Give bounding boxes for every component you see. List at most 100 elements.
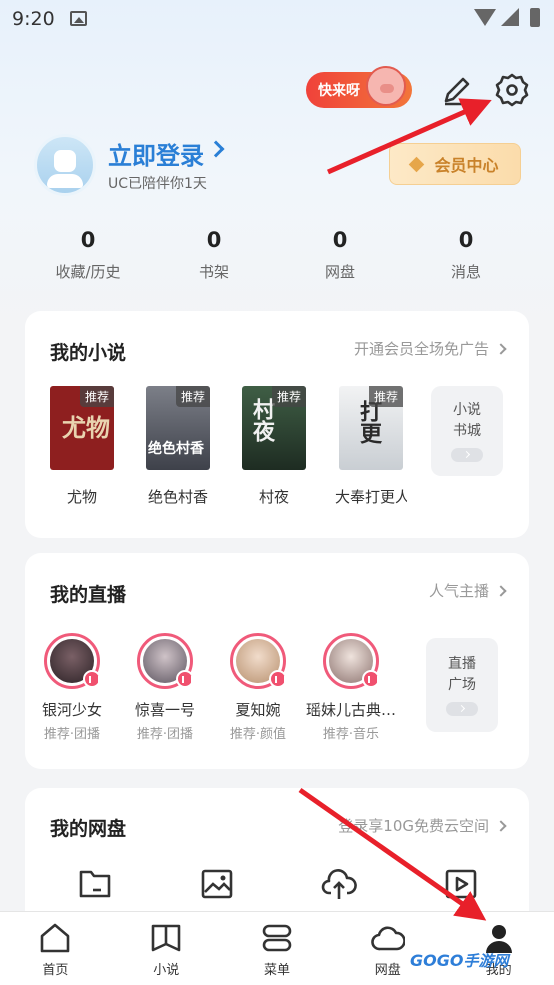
- vip-center-label: 会员中心: [434, 156, 499, 175]
- book-cover: 尤物 推荐: [50, 386, 114, 470]
- cloud-login-link[interactable]: 登录享10G免费云空间: [338, 815, 507, 836]
- streamer-name: 银河少女: [41, 701, 102, 719]
- my-novels-card: 我的小说 开通会员全场免广告 尤物 推荐 尤物 绝色村香 推荐 绝色村香 村夜 …: [25, 311, 529, 538]
- novel-item[interactable]: 尤物 推荐 尤物: [42, 386, 122, 507]
- streamer-tag: 推荐·颜值: [229, 727, 287, 742]
- upload-cloud-icon[interactable]: [321, 866, 357, 902]
- streamer-tag: 推荐·团播: [43, 727, 101, 742]
- live-icon: [83, 670, 101, 688]
- edit-icon[interactable]: [440, 73, 474, 107]
- avatar[interactable]: [34, 134, 96, 196]
- stat-value: 0: [458, 228, 474, 252]
- my-live-card: 我的直播 人气主播 银河少女 推荐·团播 惊喜一号 推荐·团播 夏知婉 推荐·颜…: [25, 553, 529, 769]
- gallery-notification-icon: [70, 11, 87, 26]
- nav-label: 小说: [153, 963, 180, 978]
- watermark-brand: GOGO: [410, 951, 464, 970]
- section-title: 我的小说: [50, 342, 127, 364]
- novel-item[interactable]: 村夜 推荐 村夜: [234, 386, 314, 507]
- streamer-name: 瑶妹儿古典…: [305, 701, 396, 719]
- signal-icon: [501, 8, 519, 26]
- image-icon[interactable]: [199, 866, 235, 902]
- recommend-tag: 推荐: [175, 386, 210, 407]
- stats-row: 0 收藏/历史 0 书架 0 网盘 0 消息: [25, 228, 529, 288]
- link-label: 人气主播: [428, 582, 489, 600]
- novel-title: 村夜: [258, 488, 289, 506]
- nav-novel[interactable]: 小说: [111, 912, 222, 985]
- cover-art-text: 绝色村香: [148, 441, 204, 457]
- link-label: 登录享10G免费云空间: [338, 817, 489, 835]
- companion-days-text: UC已陪伴你1天: [108, 176, 207, 192]
- book-cover: 绝色村香 推荐: [146, 386, 210, 470]
- link-label: 开通会员全场免广告: [353, 340, 489, 358]
- nav-home[interactable]: 首页: [0, 912, 111, 985]
- login-link[interactable]: 立即登录: [108, 136, 204, 171]
- vip-ad-free-link[interactable]: 开通会员全场免广告: [353, 338, 507, 359]
- streamer-item[interactable]: 瑶妹儿古典… 推荐·音乐: [301, 633, 401, 742]
- arrow-pill-icon: [451, 448, 483, 462]
- novel-title: 尤物: [66, 488, 97, 506]
- streamer-avatar: [230, 633, 287, 689]
- stat-cloud-drive[interactable]: 0 网盘: [277, 228, 403, 288]
- chevron-right-icon: [495, 342, 507, 355]
- status-bar: 9:20: [0, 0, 554, 40]
- book-cover: 村夜 推荐: [242, 386, 306, 470]
- streamer-avatar: [137, 633, 194, 689]
- chevron-right-icon: [495, 819, 507, 832]
- novel-title: 大奉打更人: [335, 488, 407, 506]
- novel-item[interactable]: 绝色村香 推荐 绝色村香: [138, 386, 218, 507]
- chevron-right-icon: [495, 584, 507, 597]
- promo-badge[interactable]: 快来呀: [306, 66, 412, 108]
- vip-center-button[interactable]: 会员中心: [389, 143, 521, 185]
- stat-bookshelf[interactable]: 0 书架: [151, 228, 277, 288]
- tile-line: 书城: [453, 423, 481, 439]
- stat-favorites-history[interactable]: 0 收藏/历史: [25, 228, 151, 288]
- nav-mine[interactable]: 我的: [443, 912, 554, 985]
- stat-value: 0: [80, 228, 96, 252]
- stat-label: 书架: [198, 263, 229, 281]
- arrow-pill-icon: [446, 702, 478, 716]
- nav-menu[interactable]: 菜单: [222, 912, 333, 985]
- nav-label: 首页: [42, 963, 69, 978]
- book-icon: [151, 924, 181, 952]
- stat-value: 0: [206, 228, 222, 252]
- nav-cloud-drive[interactable]: 网盘: [332, 912, 443, 985]
- promo-label: 快来呀: [318, 83, 360, 99]
- stat-label: 网盘: [324, 263, 355, 281]
- status-time: 9:20: [12, 8, 55, 30]
- tile-line: 小说: [453, 402, 481, 418]
- streamer-item[interactable]: 银河少女 推荐·团播: [22, 633, 122, 742]
- tile-line: 直播: [448, 656, 476, 672]
- novel-title: 绝色村香: [147, 488, 208, 506]
- recommend-tag: 推荐: [368, 386, 403, 407]
- cover-art-text: 尤物: [62, 413, 110, 442]
- streamer-tag: 推荐·团播: [136, 727, 194, 742]
- section-title: 我的网盘: [50, 818, 127, 840]
- stat-messages[interactable]: 0 消息: [403, 228, 529, 288]
- diamond-icon: [409, 156, 425, 172]
- novel-store-tile[interactable]: 小说 书城: [431, 386, 503, 476]
- watermark: GOGO手游网: [410, 950, 508, 971]
- recommend-tag: 推荐: [79, 386, 114, 407]
- section-title: 我的直播: [50, 584, 127, 606]
- video-icon[interactable]: [443, 866, 479, 902]
- stat-value: 0: [332, 228, 348, 252]
- battery-icon: [530, 8, 540, 27]
- tile-line: 广场: [448, 677, 476, 693]
- streamer-name: 惊喜一号: [134, 701, 195, 719]
- menu-icon: [262, 924, 292, 952]
- pig-mascot-icon: [366, 66, 406, 106]
- streamer-item[interactable]: 夏知婉 推荐·颜值: [208, 633, 308, 742]
- watermark-text: 手游网: [463, 952, 509, 970]
- bottom-navigation: 首页 小说 菜单 网盘 我的: [0, 911, 554, 985]
- gear-icon[interactable]: [494, 72, 530, 108]
- live-plaza-tile[interactable]: 直播 广场: [426, 638, 498, 732]
- live-icon: [269, 670, 287, 688]
- streamer-item[interactable]: 惊喜一号 推荐·团播: [115, 633, 215, 742]
- popular-streamers-link[interactable]: 人气主播: [428, 580, 507, 601]
- novel-item[interactable]: 打更 推荐 大奉打更人: [331, 386, 411, 507]
- folder-icon[interactable]: [77, 866, 113, 902]
- streamer-avatar: [323, 633, 380, 689]
- book-cover: 打更 推荐: [339, 386, 403, 470]
- wifi-icon: [474, 9, 496, 26]
- recommend-tag: 推荐: [271, 386, 306, 407]
